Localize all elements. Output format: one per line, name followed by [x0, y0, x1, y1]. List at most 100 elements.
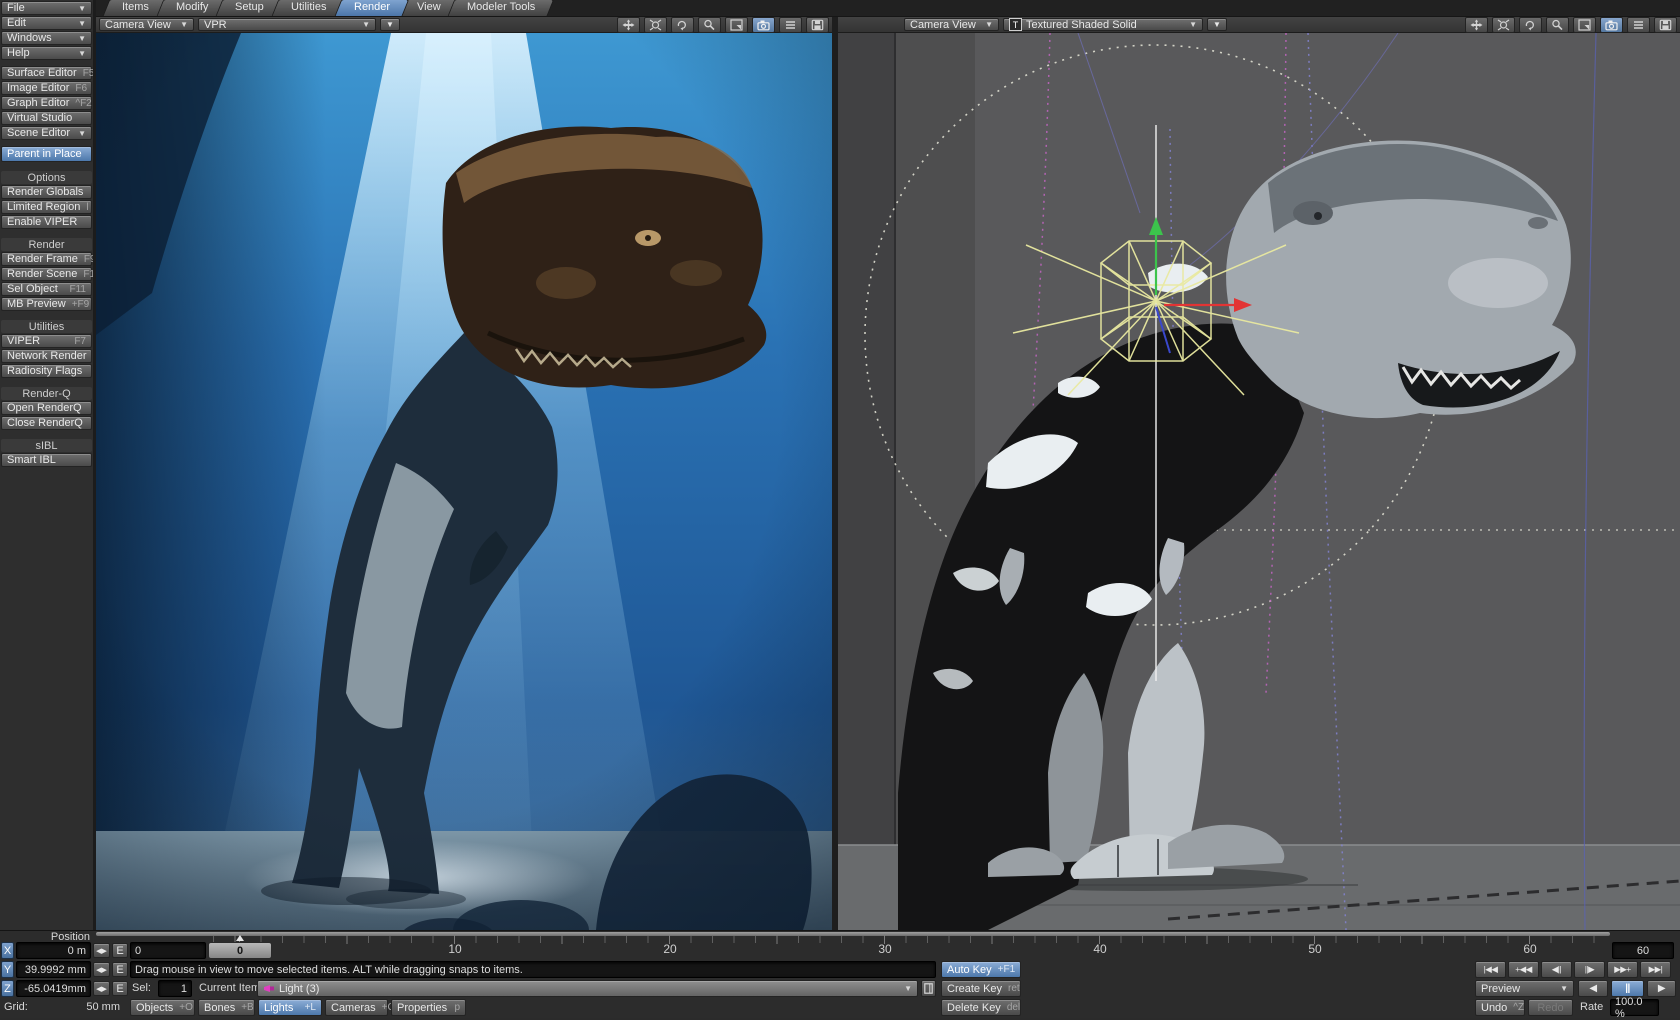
viewport-menu-dropdown-right[interactable]: ▼: [1207, 18, 1227, 31]
chevron-down-icon: ▼: [1213, 20, 1221, 29]
scene-editor-button[interactable]: Scene Editor▼: [1, 126, 92, 140]
viewport-left-vpr-canvas[interactable]: [96, 33, 832, 930]
surface-editor-button[interactable]: Surface EditorF5: [1, 66, 92, 80]
enable-viper-button[interactable]: Enable VIPER: [1, 215, 92, 229]
step-forward-button[interactable]: ||▶: [1574, 961, 1605, 978]
virtual-studio-button[interactable]: Virtual Studio: [1, 111, 92, 125]
save-icon[interactable]: [1654, 17, 1677, 33]
z-stepper[interactable]: ◀▶: [93, 981, 110, 996]
camera-icon[interactable]: [1600, 17, 1623, 33]
current-frame-field[interactable]: 0: [130, 942, 206, 959]
position-y-field[interactable]: 39.9992 mm: [16, 961, 91, 978]
minmax-icon[interactable]: [725, 17, 748, 33]
render-scene-button[interactable]: Render SceneF10: [1, 267, 92, 281]
chevron-down-icon: ▼: [72, 34, 86, 43]
viewport-right-opengl-canvas[interactable]: [838, 33, 1680, 930]
axis-x-badge[interactable]: X: [1, 942, 14, 959]
viewport-menu-dropdown-left[interactable]: ▼: [380, 18, 400, 31]
minmax-icon[interactable]: [1573, 17, 1596, 33]
close-renderq-button[interactable]: Close RenderQ: [1, 416, 92, 430]
menu-icon[interactable]: [1627, 17, 1650, 33]
create-key-button[interactable]: Create Keyret: [941, 980, 1021, 997]
x-envelope-button[interactable]: E: [112, 943, 128, 958]
image-editor-button[interactable]: Image EditorF6: [1, 81, 92, 95]
zoom-icon[interactable]: [698, 17, 721, 33]
orbit-icon[interactable]: [1492, 17, 1515, 33]
grid-label: Grid:: [4, 999, 28, 1016]
play-button[interactable]: ▶: [1647, 980, 1676, 997]
menu-windows[interactable]: Windows▼: [1, 31, 92, 45]
rate-label: Rate: [1580, 999, 1603, 1016]
mb-preview-button[interactable]: MB Preview+F9: [1, 297, 92, 311]
chevron-down-icon: ▼: [1183, 20, 1197, 29]
redo-button[interactable]: Redo: [1528, 999, 1573, 1016]
open-renderq-button[interactable]: Open RenderQ: [1, 401, 92, 415]
render-mode-dropdown-right[interactable]: TTextured Shaded Solid▼: [1003, 18, 1203, 31]
step-back-button[interactable]: ◀||: [1541, 961, 1572, 978]
chevron-down-icon: ▼: [1554, 984, 1568, 993]
axis-z-badge[interactable]: Z: [1, 980, 14, 997]
axis-y-badge[interactable]: Y: [1, 961, 14, 978]
orbit-icon[interactable]: [644, 17, 667, 33]
item-list-button[interactable]: [921, 980, 936, 997]
render-globals-button[interactable]: Render Globals: [1, 185, 92, 199]
network-render-button[interactable]: Network Render: [1, 349, 92, 363]
render-frame-button[interactable]: Render FrameF9: [1, 252, 92, 266]
menu-help[interactable]: Help▼: [1, 46, 92, 60]
zoom-icon[interactable]: [1546, 17, 1569, 33]
sel-object-button[interactable]: Sel ObjectF11: [1, 282, 92, 296]
lights-mode-button[interactable]: Lights+L: [258, 999, 322, 1016]
position-x-field[interactable]: 0 m: [16, 942, 91, 959]
rotate-icon[interactable]: [671, 17, 694, 33]
previous-key-button[interactable]: +◀◀: [1508, 961, 1539, 978]
view-type-dropdown-right[interactable]: Camera View▼: [904, 18, 999, 31]
graph-editor-button[interactable]: Graph Editor^F2: [1, 96, 92, 110]
smart-ibl-button[interactable]: Smart IBL: [1, 453, 92, 467]
play-reverse-button[interactable]: ◀: [1578, 980, 1608, 997]
properties-button[interactable]: Propertiesp: [391, 999, 466, 1016]
x-stepper[interactable]: ◀▶: [93, 943, 110, 958]
menu-icon[interactable]: [779, 17, 802, 33]
ruler-label: 30: [878, 942, 891, 956]
sel-label: Sel:: [132, 980, 151, 997]
current-item-dropdown[interactable]: Light (3) ▼: [257, 980, 918, 997]
render-mode-dropdown-left[interactable]: VPR▼: [198, 18, 376, 31]
timeline-ruler[interactable]: 10 20 30 40 50 60: [208, 934, 1610, 960]
rate-field[interactable]: 100.0 %: [1610, 999, 1659, 1016]
pan-icon[interactable]: [1465, 17, 1488, 33]
z-envelope-button[interactable]: E: [112, 981, 128, 996]
limited-region-button[interactable]: Limited Regionl: [1, 200, 92, 214]
tab-modeler-tools[interactable]: Modeler Tools: [448, 0, 555, 16]
section-sibl: sIBL: [1, 439, 92, 452]
rotate-icon[interactable]: [1519, 17, 1542, 33]
preview-dropdown[interactable]: Preview▼: [1475, 980, 1574, 997]
radiosity-flags-button[interactable]: Radiosity Flags: [1, 364, 92, 378]
tab-render[interactable]: Render: [334, 0, 409, 16]
view-type-dropdown-left[interactable]: Camera View▼: [99, 18, 194, 31]
delete-key-button[interactable]: Delete Keydel: [941, 999, 1021, 1016]
pan-icon[interactable]: [617, 17, 640, 33]
cameras-mode-button[interactable]: Cameras+C: [325, 999, 388, 1016]
y-stepper[interactable]: ◀▶: [93, 962, 110, 977]
next-key-button[interactable]: ▶▶+: [1607, 961, 1638, 978]
y-envelope-button[interactable]: E: [112, 962, 128, 977]
main-tabbar: Items Modify Setup Utilities Render View…: [96, 0, 1680, 17]
save-icon[interactable]: [806, 17, 829, 33]
frame-slider-handle[interactable]: 0: [208, 942, 272, 959]
go-to-end-button[interactable]: ▶▶|: [1640, 961, 1671, 978]
current-frame-marker[interactable]: [236, 935, 244, 941]
go-to-start-button[interactable]: |◀◀: [1475, 961, 1506, 978]
end-frame-field[interactable]: 60: [1612, 942, 1674, 959]
position-z-field[interactable]: -65.0419mm: [16, 980, 91, 997]
menu-file[interactable]: File▼: [1, 1, 92, 15]
bones-mode-button[interactable]: Bones+B: [198, 999, 255, 1016]
pause-button[interactable]: ||: [1611, 980, 1644, 997]
viper-button[interactable]: VIPERF7: [1, 334, 92, 348]
auto-key-button[interactable]: Auto Key+F1: [941, 961, 1021, 978]
undo-button[interactable]: Undo^Z: [1475, 999, 1525, 1016]
camera-icon[interactable]: [752, 17, 775, 33]
objects-mode-button[interactable]: Objects+O: [130, 999, 195, 1016]
parent-in-place-button[interactable]: Parent in Place: [1, 146, 92, 162]
menu-edit[interactable]: Edit▼: [1, 16, 92, 30]
status-hint: Drag mouse in view to move selected item…: [130, 961, 936, 978]
